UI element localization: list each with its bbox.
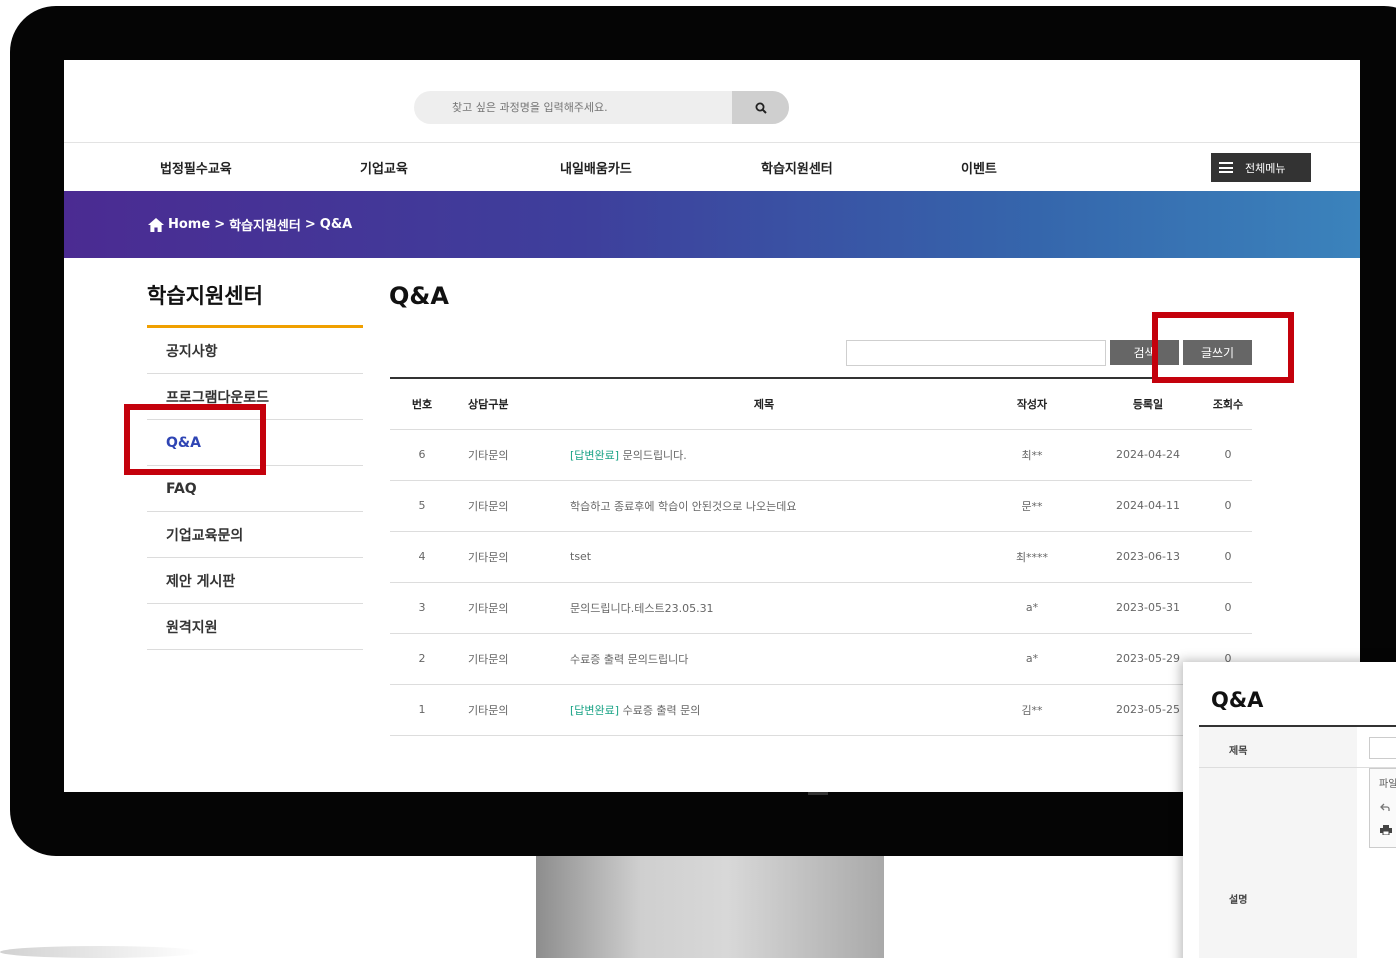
row-category: 기타문의 — [454, 684, 556, 736]
row-number: 1 — [390, 684, 454, 736]
row-author: 최** — [972, 429, 1092, 481]
qna-write-form-popup: Q&A 제목 설명 파일 — [1183, 662, 1396, 958]
desk-shadow — [0, 946, 200, 958]
monitor-stand — [536, 856, 884, 958]
table-row[interactable]: 1 기타문의 [답변완료] 수료증 출력 문의 김** 2023-05-25 — [390, 684, 1252, 736]
row-author: 최**** — [972, 531, 1092, 583]
row-category: 기타문의 — [454, 633, 556, 685]
row-category: 기타문의 — [454, 582, 556, 634]
sidebar-item-remote-support[interactable]: 원격지원 — [147, 604, 363, 650]
subject-input[interactable] — [1369, 737, 1396, 759]
file-menu-label[interactable]: 파일 — [1379, 775, 1396, 790]
row-title-link[interactable]: 수료증 출력 문의드립니다 — [570, 653, 688, 666]
row-title-cell[interactable]: 수료증 출력 문의드립니다 — [556, 633, 972, 685]
row-title-cell[interactable]: [답변완료] 수료증 출력 문의 — [556, 684, 972, 736]
gnb-item-mandatory-education[interactable]: 법정필수교육 — [160, 158, 232, 177]
gnb-item-support-center[interactable]: 학습지원센터 — [761, 158, 833, 177]
undo-icon[interactable] — [1380, 802, 1390, 812]
write-form-title: Q&A — [1211, 688, 1264, 712]
row-number: 4 — [390, 531, 454, 583]
column-header-category: 상담구분 — [454, 378, 556, 430]
row-number: 5 — [390, 480, 454, 532]
row-category: 기타문의 — [454, 429, 556, 481]
hamburger-icon — [1219, 162, 1233, 173]
table-header-row: 번호 상담구분 제목 작성자 등록일 조회수 — [390, 378, 1252, 430]
row-author: a* — [972, 582, 1092, 634]
row-date: 2023-06-13 — [1092, 531, 1204, 583]
table-row[interactable]: 6 기타문의 [답변완료] 문의드립니다. 최** 2024-04-24 0 — [390, 429, 1252, 481]
table-body: 6 기타문의 [답변완료] 문의드립니다. 최** 2024-04-24 0 5 기타문의 학습… — [390, 429, 1252, 736]
page-title: Q&A — [389, 282, 449, 310]
table-row[interactable]: 5 기타문의 학습하고 종료후에 학습이 안된것으로 나오는데요 문** 2024-04… — [390, 480, 1252, 532]
row-author: 문** — [972, 480, 1092, 532]
column-header-views: 조회수 — [1204, 378, 1252, 430]
write-form-row-divider — [1199, 767, 1396, 768]
write-form-label-column — [1199, 727, 1357, 958]
course-search-bar — [414, 91, 789, 124]
qna-menu-highlight — [124, 404, 266, 475]
write-button-highlight — [1152, 312, 1294, 383]
breadcrumb-section[interactable]: 학습지원센터 — [229, 215, 301, 234]
all-menu-button[interactable]: 전체메뉴 — [1211, 153, 1311, 182]
column-header-date: 등록일 — [1092, 378, 1204, 430]
breadcrumb-separator: > — [304, 217, 316, 232]
print-icon[interactable] — [1380, 825, 1392, 835]
monitor-camera-notch — [808, 792, 828, 795]
row-title-link[interactable]: 문의드립니다. — [623, 449, 687, 462]
sidebar-menu: 공지사항 프로그램다운로드 Q&A FAQ 기업교육문의 제안 게시판 원격지원 — [147, 328, 363, 650]
gnb-item-learning-card[interactable]: 내일배움카드 — [560, 158, 632, 177]
row-title-link[interactable]: 수료증 출력 문의 — [623, 704, 701, 717]
search-icon — [755, 102, 767, 114]
description-label: 설명 — [1229, 895, 1248, 906]
row-date: 2024-04-11 — [1092, 480, 1204, 532]
answered-badge: [답변완료] — [570, 448, 620, 462]
row-views: 0 — [1204, 582, 1252, 634]
row-views: 0 — [1204, 531, 1252, 583]
course-search-button[interactable] — [732, 91, 789, 124]
sidebar-item-corporate-inquiry[interactable]: 기업교육문의 — [147, 512, 363, 558]
row-views: 0 — [1204, 429, 1252, 481]
sidebar-item-notice[interactable]: 공지사항 — [147, 328, 363, 374]
board-search-input[interactable] — [846, 340, 1106, 366]
column-header-number: 번호 — [390, 378, 454, 430]
row-title-link[interactable]: 학습하고 종료후에 학습이 안된것으로 나오는데요 — [570, 500, 797, 513]
row-number: 3 — [390, 582, 454, 634]
all-menu-label: 전체메뉴 — [1245, 161, 1286, 175]
row-date: 2024-04-24 — [1092, 429, 1204, 481]
row-number: 2 — [390, 633, 454, 685]
answered-badge: [답변완료] — [570, 703, 620, 717]
header-divider — [64, 142, 1360, 143]
breadcrumb-current: Q&A — [319, 217, 353, 232]
column-header-author: 작성자 — [972, 378, 1092, 430]
row-title-link[interactable]: 문의드립니다.테스트23.05.31 — [570, 602, 714, 615]
gnb-item-corporate-education[interactable]: 기업교육 — [360, 158, 408, 177]
breadcrumb-home[interactable]: Home — [168, 217, 210, 232]
row-title-cell[interactable]: 문의드립니다.테스트23.05.31 — [556, 582, 972, 634]
table-row[interactable]: 2 기타문의 수료증 출력 문의드립니다 a* 2023-05-29 0 — [390, 633, 1252, 685]
table-row[interactable]: 4 기타문의 tset 최**** 2023-06-13 0 — [390, 531, 1252, 583]
row-number: 6 — [390, 429, 454, 481]
column-header-title: 제목 — [556, 378, 972, 430]
row-date: 2023-05-31 — [1092, 582, 1204, 634]
row-title-cell[interactable]: tset — [556, 531, 972, 583]
qna-table: 번호 상담구분 제목 작성자 등록일 조회수 6 기타문의 [답변완료] 문의드립니… — [390, 377, 1252, 736]
row-title-link[interactable]: tset — [570, 550, 591, 563]
row-author: a* — [972, 633, 1092, 685]
breadcrumb-separator: > — [214, 217, 226, 232]
sidebar-title: 학습지원센터 — [147, 284, 263, 308]
breadcrumb: Home > 학습지원센터 > Q&A — [64, 191, 1360, 258]
row-category: 기타문의 — [454, 480, 556, 532]
sidebar-item-suggestion-board[interactable]: 제안 게시판 — [147, 558, 363, 604]
course-search-input[interactable] — [414, 91, 732, 124]
row-title-cell[interactable]: [답변완료] 문의드립니다. — [556, 429, 972, 481]
home-icon — [148, 217, 164, 232]
row-author: 김** — [972, 684, 1092, 736]
row-category: 기타문의 — [454, 531, 556, 583]
row-title-cell[interactable]: 학습하고 종료후에 학습이 안된것으로 나오는데요 — [556, 480, 972, 532]
row-views: 0 — [1204, 480, 1252, 532]
gnb-item-event[interactable]: 이벤트 — [961, 158, 997, 177]
subject-label: 제목 — [1229, 746, 1248, 757]
table-row[interactable]: 3 기타문의 문의드립니다.테스트23.05.31 a* 2023-05-31 0 — [390, 582, 1252, 634]
